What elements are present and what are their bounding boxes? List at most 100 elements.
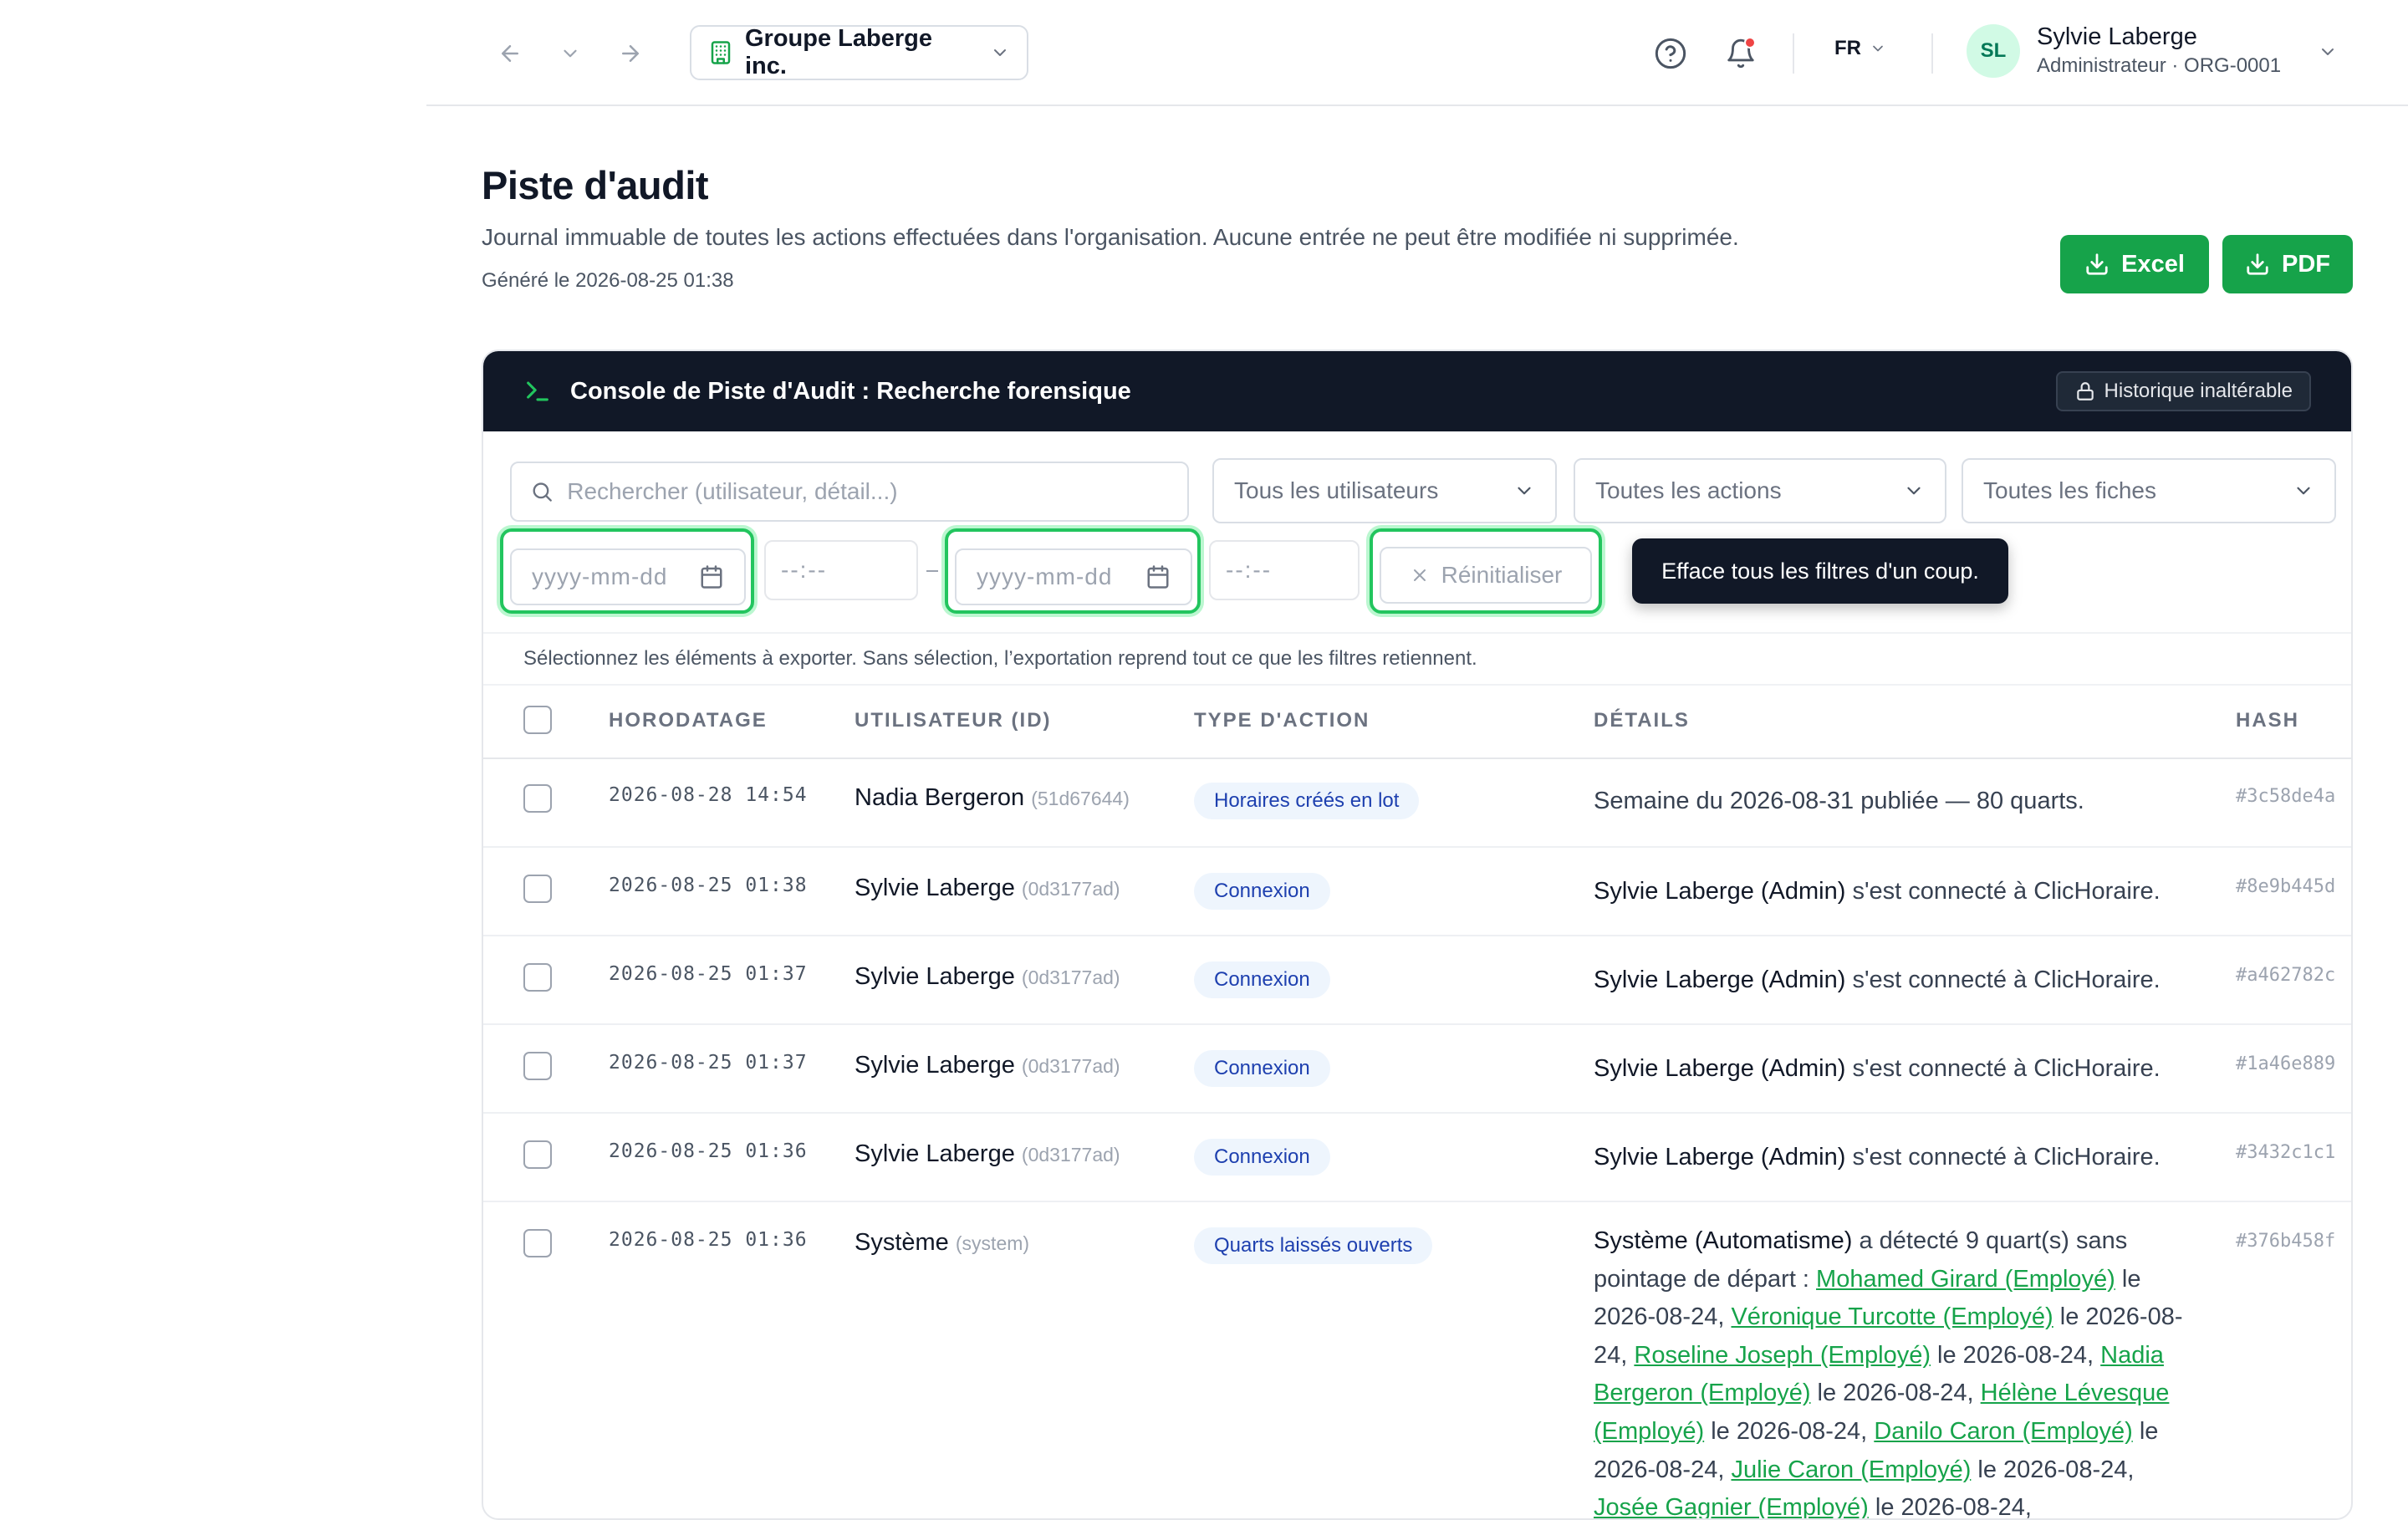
row-timestamp: 2026-08-25 01:38 [609,875,808,896]
row-checkbox[interactable] [523,875,552,903]
employee-link[interactable]: Roseline Joseph (Employé) [1634,1342,1931,1369]
time-from-placeholder: --:-- [781,557,828,583]
date-to-field[interactable]: yyyy-mm-dd [955,548,1192,605]
detail-actor: Sylvie Laberge (Admin) [1594,878,1846,905]
row-user: Sylvie Laberge (0d3177ad) [855,963,1120,991]
sheet-filter-select[interactable]: Toutes les fiches [1962,458,2336,523]
row-user-id: (0d3177ad) [1021,967,1120,988]
building-icon [711,41,731,64]
search-box[interactable] [510,462,1189,522]
export-excel-label: Excel [2121,250,2185,278]
column-header-user[interactable]: UTILISATEUR (ID) [855,709,1052,732]
row-user: Sylvie Laberge (0d3177ad) [855,1052,1120,1079]
table-row[interactable]: 2026-08-25 01:37 Sylvie Laberge (0d3177a… [483,1025,2351,1114]
row-hash: #3432c1c1 [2236,1142,2336,1163]
page-subtitle: Journal immuable de toutes les actions e… [482,224,1739,250]
link-suffix: le 2026-08-24, [1931,1341,2101,1369]
time-from-field[interactable]: --:-- [764,540,918,600]
column-header-timestamp[interactable]: HORODATAGE [609,709,768,732]
row-timestamp: 2026-08-25 01:37 [609,963,808,985]
column-header-hash[interactable]: HASH [2236,709,2299,732]
detail-text: s'est connecté à ClicHoraire. [1845,1144,2161,1171]
user-menu[interactable]: SL Sylvie Laberge Administrateur · ORG-0… [1967,23,2281,78]
arrow-left-icon [502,45,518,62]
row-checkbox[interactable] [523,1229,552,1257]
row-details: Sylvie Laberge (Admin) s'est connecté à … [1594,873,2204,911]
row-checkbox[interactable] [523,784,552,813]
column-header-action-type[interactable]: TYPE D'ACTION [1194,709,1370,732]
table-row[interactable]: 2026-08-25 01:36 Sylvie Laberge (0d3177a… [483,1114,2351,1202]
user-menu-chevron[interactable] [2318,42,2338,66]
select-all-checkbox[interactable] [523,706,552,734]
chevron-down-icon [1873,45,1883,52]
row-user: Système (system) [855,1229,1029,1257]
console-header: Console de Piste d'Audit : Recherche for… [483,351,2351,431]
row-user-name: Système [855,1229,949,1256]
user-filter-select[interactable]: Tous les utilisateurs [1212,458,1557,523]
date-to-placeholder: yyyy-mm-dd [977,564,1113,589]
chevron-down-icon [994,49,1006,56]
language-label: FR [1834,37,1861,59]
detail-text: s'est connecté à ClicHoraire. [1845,967,2161,993]
time-to-placeholder: --:-- [1226,557,1273,583]
forward-button[interactable] [610,33,650,74]
row-user-name: Sylvie Laberge [855,963,1015,990]
row-user: Sylvie Laberge (0d3177ad) [855,1140,1120,1168]
row-hash: #a462782c [2236,965,2336,986]
download-icon [2086,253,2108,275]
notifications-button[interactable] [1719,32,1763,75]
table-row[interactable]: 2026-08-28 14:54 Nadia Bergeron (51d6764… [483,759,2351,848]
row-details: Sylvie Laberge (Admin) s'est connecté à … [1594,1139,2204,1177]
history-dropdown-button[interactable] [550,33,590,74]
immutable-history-label: Historique inaltérable [2104,380,2293,402]
search-icon [533,482,552,502]
page-title: Piste d'audit [482,163,709,207]
row-hash: #3c58de4a [2236,786,2336,807]
detail-actor: Sylvie Laberge (Admin) [1594,967,1846,993]
table-row[interactable]: 2026-08-25 01:37 Sylvie Laberge (0d3177a… [483,936,2351,1025]
row-checkbox[interactable] [523,1052,552,1080]
employee-link[interactable]: Véronique Turcotte (Employé) [1731,1303,2053,1330]
audit-console-card: Console de Piste d'Audit : Recherche for… [482,349,2353,1520]
export-pdf-button[interactable]: PDF [2222,235,2353,293]
reset-filters-button[interactable]: Réinitialiser [1380,547,1592,604]
date-from-field[interactable]: yyyy-mm-dd [510,548,746,605]
column-header-details[interactable]: DÉTAILS [1594,709,1690,732]
row-checkbox[interactable] [523,963,552,992]
employee-link[interactable]: Mohamed Girard (Employé) [1816,1266,2115,1293]
search-input[interactable] [567,478,1169,505]
detail-employee-links: Mohamed Girard (Employé) le 2026-08-24, … [1594,1266,2183,1518]
row-details: Sylvie Laberge (Admin) s'est connecté à … [1594,961,2204,1000]
selection-hint: Sélectionnez les éléments à exporter. Sa… [483,632,2351,686]
lock-icon [2076,382,2094,400]
employee-link[interactable]: Josée Gagnier (Employé) [1594,1494,1869,1518]
action-filter-select[interactable]: Toutes les actions [1574,458,1946,523]
row-details: Système (Automatisme) a détecté 9 quart(… [1594,1222,2204,1518]
chevron-down-icon [564,49,577,58]
action-type-badge: Horaires créés en lot [1194,783,1420,819]
time-to-field[interactable]: --:-- [1209,540,1360,600]
back-button[interactable] [490,33,530,74]
help-button[interactable] [1649,32,1692,75]
action-type-badge: Connexion [1194,873,1330,910]
table-row[interactable]: 2026-08-25 01:36 Système (system) Quarts… [483,1202,2351,1518]
download-icon [2247,253,2268,275]
action-type-badge: Connexion [1194,961,1330,998]
divider [1793,33,1794,74]
row-user-name: Sylvie Laberge [855,1140,1015,1167]
language-selector[interactable]: FR [1834,37,1886,60]
detail-text: s'est connecté à ClicHoraire. [1845,1055,2161,1082]
top-bar: Groupe Laberge inc. FR SL Sylvie Laberge… [426,0,2408,106]
export-excel-button[interactable]: Excel [2060,235,2209,293]
table-row[interactable]: 2026-08-25 01:38 Sylvie Laberge (0d3177a… [483,848,2351,936]
row-hash: #8e9b445d [2236,876,2336,897]
organization-selector[interactable]: Groupe Laberge inc. [690,25,1028,80]
row-user-id: (system) [955,1232,1030,1254]
row-user-id: (0d3177ad) [1021,1055,1120,1077]
employee-link[interactable]: Danilo Caron (Employé) [1874,1418,2132,1445]
employee-link[interactable]: Julie Caron (Employé) [1731,1456,1971,1483]
user-name: Sylvie Laberge [2037,23,2197,50]
detail-actor: Système (Automatisme) [1594,1227,1853,1254]
row-user: Sylvie Laberge (0d3177ad) [855,875,1120,902]
row-checkbox[interactable] [523,1140,552,1169]
